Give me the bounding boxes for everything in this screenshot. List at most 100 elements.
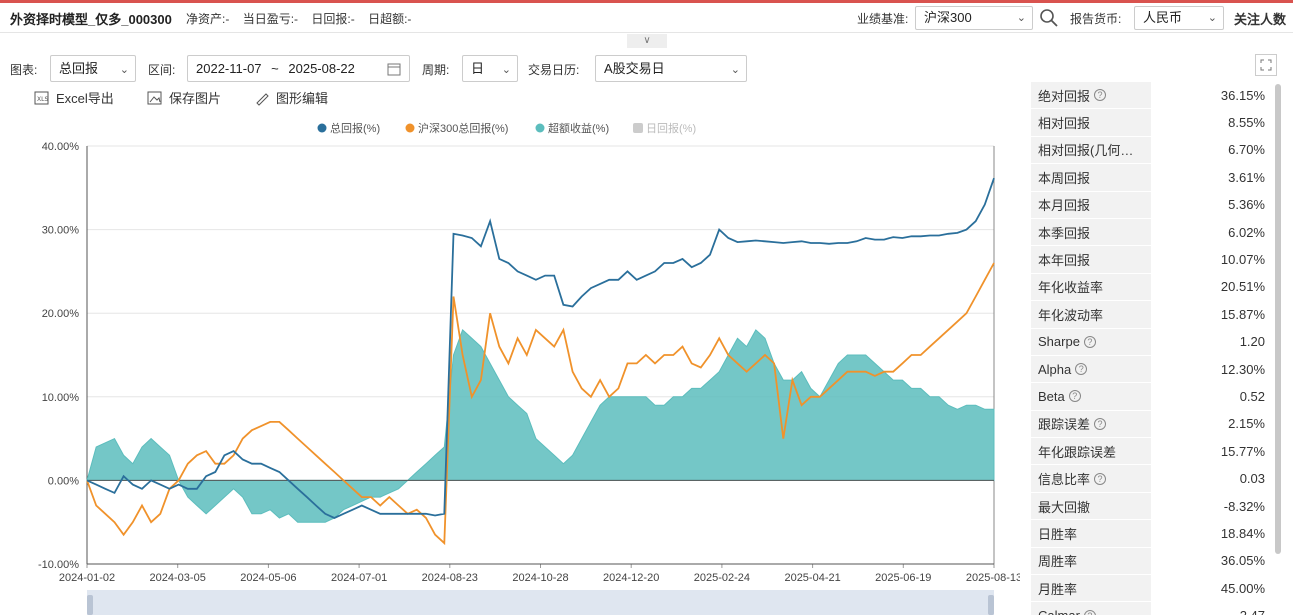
metric-value: 18.84% [1220, 525, 1265, 541]
y-tick-label: 30.00% [42, 225, 80, 237]
chevron-down-icon: ⌄ [1207, 12, 1217, 24]
stat-daily-excess: 日超额:- [368, 12, 412, 26]
metric-value: 15.87% [1220, 306, 1265, 322]
period-value: 日 [471, 61, 485, 76]
metric-label-text: 年化波动率 [1038, 307, 1104, 323]
x-tick-label: 2025-02-24 [694, 572, 750, 584]
chart-type-value: 总回报 [59, 61, 99, 76]
metric-label: 月胜率 [1031, 575, 1151, 602]
metric-value: 6.70% [1228, 142, 1265, 158]
currency-value: 人民币 [1143, 10, 1183, 25]
chevron-down-icon: ⌄ [501, 64, 511, 76]
y-tick-label: 10.00% [42, 392, 80, 404]
metric-label-text: 跟踪误差 [1038, 417, 1091, 433]
metric-row: 跟踪误差? 2.15% [1031, 410, 1273, 439]
date-range-picker[interactable]: 2022-11-07 ~ 2025-08-22 [187, 55, 410, 82]
metric-value: 36.15% [1220, 87, 1265, 103]
image-icon [147, 91, 162, 104]
metric-label: 年化收益率 [1031, 273, 1151, 301]
metric-label-text: 本周回报 [1038, 170, 1091, 186]
help-icon[interactable]: ? [1094, 89, 1107, 102]
metric-row: 年化跟踪误差 15.77% [1031, 438, 1273, 466]
search-button[interactable] [1037, 6, 1061, 30]
x-tick-label: 2024-05-06 [240, 572, 296, 584]
chevron-down-icon: ⌄ [730, 64, 740, 76]
header-stats: 净资产:- 当日盈亏:- 日回报:- 日超额:- [186, 10, 421, 27]
metric-label: 信息比率? [1031, 465, 1151, 492]
metric-label-text: 月胜率 [1038, 581, 1078, 597]
fullscreen-button[interactable] [1255, 54, 1277, 76]
benchmark-select[interactable]: 沪深300 ⌄ [915, 6, 1033, 30]
metric-row: 相对回报(几何… 6.70% [1031, 136, 1273, 165]
metric-row: 信息比率? 0.03 [1031, 465, 1273, 493]
metric-label-text: Alpha [1038, 361, 1072, 377]
y-tick-label: 0.00% [48, 475, 79, 487]
help-icon[interactable]: ? [1094, 417, 1107, 430]
period-label: 周期: [422, 63, 450, 77]
metric-value: 5.36% [1228, 197, 1265, 213]
metric-label-text: 本年回报 [1038, 253, 1091, 269]
metric-value: 1.20 [1239, 334, 1265, 350]
metric-label: 相对回报 [1031, 109, 1151, 136]
period-select[interactable]: 日 ⌄ [462, 55, 518, 82]
legend-marker [405, 123, 415, 133]
metric-label: 年化跟踪误差 [1031, 438, 1151, 465]
metric-value: 2.47 [1151, 608, 1273, 615]
metric-label-text: 年化收益率 [1038, 280, 1104, 296]
benchmark-value: 沪深300 [924, 10, 972, 25]
x-tick-label: 2024-01-02 [59, 572, 115, 584]
metric-label: 绝对回报? [1031, 82, 1151, 109]
help-icon[interactable]: ? [1094, 472, 1107, 485]
save-image-button[interactable]: 保存图片 [147, 88, 221, 107]
help-icon[interactable]: ? [1075, 363, 1088, 376]
legend-label: 总回报(%) [330, 121, 380, 135]
excel-export-button[interactable]: XLS Excel导出 [34, 88, 114, 107]
stat-daily-pnl: 当日盈亏:- [242, 12, 299, 26]
metric-label-text: Calmar [1038, 608, 1080, 615]
metric-value: 15.77% [1220, 443, 1265, 459]
metric-row: 本月回报 5.36% [1031, 191, 1273, 219]
double-chevron-down-icon: ∨ [643, 35, 651, 46]
chart-type-select[interactable]: 总回报 ⌄ [50, 55, 136, 82]
metrics-scrollbar[interactable] [1275, 84, 1281, 554]
chart-area: 40.00% 30.00% 20.00% 10.00% 0.00% -10.00% 2024… [0, 112, 1022, 615]
pencil-icon [256, 92, 269, 106]
currency-select[interactable]: 人民币 ⌄ [1134, 6, 1224, 30]
metric-row: 相对回报 8.55% [1031, 109, 1273, 137]
x-tick-label: 2024-12-20 [603, 572, 659, 584]
chart-toolbar: 图表: 总回报 ⌄ 区间: 2022-11-07 ~ 2025-08-22 周期… [0, 54, 1020, 82]
excess-return-area [86, 329, 995, 523]
range-separator: ~ [271, 61, 279, 76]
metric-label-text: 最大回撤 [1038, 499, 1091, 515]
metric-label: Calmar? [1031, 602, 1151, 615]
range-label: 区间: [148, 63, 176, 77]
metric-value: 6.02% [1228, 224, 1265, 240]
save-image-label: 保存图片 [169, 91, 222, 106]
collapse-toggle[interactable]: ∨ [627, 34, 667, 48]
edit-chart-button[interactable]: 图形编辑 [254, 88, 328, 107]
x-tick-label: 2025-04-21 [784, 572, 840, 584]
calendar-icon [387, 63, 401, 76]
metric-label-text: Sharpe [1038, 334, 1080, 350]
help-icon[interactable]: ? [1068, 390, 1081, 403]
help-icon[interactable]: ? [1083, 335, 1096, 348]
help-icon[interactable]: ? [1083, 609, 1096, 615]
range-slider[interactable] [87, 590, 994, 615]
y-tick-label: -10.00% [38, 559, 79, 571]
return-chart[interactable]: 40.00%30.00%20.00%10.00%0.00%-10.00%2024… [0, 112, 1022, 590]
currency-label: 报告货币: [1070, 12, 1122, 26]
metric-label: 年化波动率 [1031, 301, 1151, 328]
metric-row: Beta? 0.52 [1031, 383, 1273, 411]
x-tick-label: 2025-06-19 [875, 572, 931, 584]
metric-row: 周胜率 36.05% [1031, 547, 1273, 576]
metric-label: 相对回报(几何… [1031, 136, 1151, 164]
metric-label: 日胜率 [1031, 520, 1151, 547]
x-tick-label: 2024-07-01 [331, 572, 387, 584]
search-icon [1040, 9, 1058, 27]
metric-label: 跟踪误差? [1031, 410, 1151, 438]
trading-calendar-select[interactable]: A股交易日 ⌄ [595, 55, 747, 82]
slider-handle-left[interactable] [87, 595, 93, 615]
slider-handle-right[interactable] [988, 595, 994, 615]
metric-value: 45.00% [1220, 580, 1265, 596]
metric-label: 本月回报 [1031, 191, 1151, 218]
